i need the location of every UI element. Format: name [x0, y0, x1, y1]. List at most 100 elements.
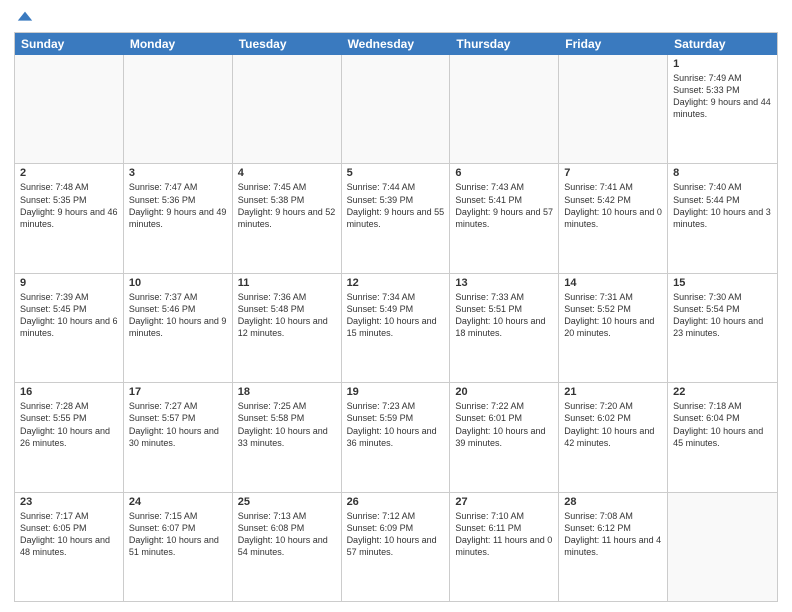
- day-info: Sunrise: 7:41 AM Sunset: 5:42 PM Dayligh…: [564, 181, 662, 230]
- calendar-cell: 24 Sunrise: 7:15 AM Sunset: 6:07 PM Dayli…: [124, 493, 233, 601]
- day-info: Sunrise: 7:10 AM Sunset: 6:11 PM Dayligh…: [455, 510, 553, 559]
- day-info: Sunrise: 7:30 AM Sunset: 5:54 PM Dayligh…: [673, 291, 772, 340]
- day-info: Sunrise: 7:37 AM Sunset: 5:46 PM Dayligh…: [129, 291, 227, 340]
- calendar-cell: 5 Sunrise: 7:44 AM Sunset: 5:39 PM Daylig…: [342, 164, 451, 272]
- header-cell-tuesday: Tuesday: [233, 33, 342, 55]
- header-cell-thursday: Thursday: [450, 33, 559, 55]
- day-info: Sunrise: 7:31 AM Sunset: 5:52 PM Dayligh…: [564, 291, 662, 340]
- day-info: Sunrise: 7:45 AM Sunset: 5:38 PM Dayligh…: [238, 181, 336, 230]
- calendar-row-0: 1 Sunrise: 7:49 AM Sunset: 5:33 PM Daylig…: [15, 55, 777, 163]
- day-info: Sunrise: 7:20 AM Sunset: 6:02 PM Dayligh…: [564, 400, 662, 449]
- calendar-cell: 13 Sunrise: 7:33 AM Sunset: 5:51 PM Dayli…: [450, 274, 559, 382]
- day-number: 22: [673, 386, 772, 398]
- calendar-cell: 2 Sunrise: 7:48 AM Sunset: 5:35 PM Daylig…: [15, 164, 124, 272]
- calendar-cell: 16 Sunrise: 7:28 AM Sunset: 5:55 PM Dayli…: [15, 383, 124, 491]
- header-cell-sunday: Sunday: [15, 33, 124, 55]
- calendar-cell: 25 Sunrise: 7:13 AM Sunset: 6:08 PM Dayli…: [233, 493, 342, 601]
- day-info: Sunrise: 7:48 AM Sunset: 5:35 PM Dayligh…: [20, 181, 118, 230]
- calendar-cell: [124, 55, 233, 163]
- day-number: 26: [347, 496, 445, 508]
- day-info: Sunrise: 7:18 AM Sunset: 6:04 PM Dayligh…: [673, 400, 772, 449]
- day-number: 3: [129, 167, 227, 179]
- day-number: 11: [238, 277, 336, 289]
- calendar-cell: 12 Sunrise: 7:34 AM Sunset: 5:49 PM Dayli…: [342, 274, 451, 382]
- calendar-body: 1 Sunrise: 7:49 AM Sunset: 5:33 PM Daylig…: [15, 55, 777, 601]
- day-number: 15: [673, 277, 772, 289]
- calendar-cell: 7 Sunrise: 7:41 AM Sunset: 5:42 PM Daylig…: [559, 164, 668, 272]
- day-info: Sunrise: 7:39 AM Sunset: 5:45 PM Dayligh…: [20, 291, 118, 340]
- header-cell-wednesday: Wednesday: [342, 33, 451, 55]
- day-number: 16: [20, 386, 118, 398]
- day-number: 23: [20, 496, 118, 508]
- calendar-cell: 3 Sunrise: 7:47 AM Sunset: 5:36 PM Daylig…: [124, 164, 233, 272]
- logo: [14, 10, 34, 26]
- calendar: SundayMondayTuesdayWednesdayThursdayFrid…: [14, 32, 778, 602]
- day-info: Sunrise: 7:49 AM Sunset: 5:33 PM Dayligh…: [673, 72, 772, 121]
- header-cell-monday: Monday: [124, 33, 233, 55]
- day-info: Sunrise: 7:27 AM Sunset: 5:57 PM Dayligh…: [129, 400, 227, 449]
- day-info: Sunrise: 7:34 AM Sunset: 5:49 PM Dayligh…: [347, 291, 445, 340]
- calendar-row-4: 23Sunrise: 7:17 AM Sunset: 6:05 PM Dayli…: [15, 492, 777, 601]
- calendar-cell: 15 Sunrise: 7:30 AM Sunset: 5:54 PM Dayli…: [668, 274, 777, 382]
- calendar-cell: [559, 55, 668, 163]
- calendar-cell: [342, 55, 451, 163]
- calendar-cell: 14Sunrise: 7:31 AM Sunset: 5:52 PM Dayli…: [559, 274, 668, 382]
- calendar-cell: 20 Sunrise: 7:22 AM Sunset: 6:01 PM Dayli…: [450, 383, 559, 491]
- day-number: 27: [455, 496, 553, 508]
- day-number: 9: [20, 277, 118, 289]
- day-number: 28: [564, 496, 662, 508]
- day-number: 19: [347, 386, 445, 398]
- day-info: Sunrise: 7:23 AM Sunset: 5:59 PM Dayligh…: [347, 400, 445, 449]
- calendar-cell: 18Sunrise: 7:25 AM Sunset: 5:58 PM Dayli…: [233, 383, 342, 491]
- header: [14, 10, 778, 26]
- day-number: 2: [20, 167, 118, 179]
- day-info: Sunrise: 7:36 AM Sunset: 5:48 PM Dayligh…: [238, 291, 336, 340]
- day-info: Sunrise: 7:15 AM Sunset: 6:07 PM Dayligh…: [129, 510, 227, 559]
- calendar-cell: 10 Sunrise: 7:37 AM Sunset: 5:46 PM Dayli…: [124, 274, 233, 382]
- calendar-row-1: 2 Sunrise: 7:48 AM Sunset: 5:35 PM Daylig…: [15, 163, 777, 272]
- day-number: 20: [455, 386, 553, 398]
- day-number: 21: [564, 386, 662, 398]
- day-info: Sunrise: 7:40 AM Sunset: 5:44 PM Dayligh…: [673, 181, 772, 230]
- day-number: 25: [238, 496, 336, 508]
- day-number: 17: [129, 386, 227, 398]
- calendar-cell: 8 Sunrise: 7:40 AM Sunset: 5:44 PM Daylig…: [668, 164, 777, 272]
- calendar-cell: 21 Sunrise: 7:20 AM Sunset: 6:02 PM Dayli…: [559, 383, 668, 491]
- calendar-cell: 22 Sunrise: 7:18 AM Sunset: 6:04 PM Dayli…: [668, 383, 777, 491]
- calendar-cell: 17 Sunrise: 7:27 AM Sunset: 5:57 PM Dayli…: [124, 383, 233, 491]
- day-number: 5: [347, 167, 445, 179]
- calendar-cell: 26 Sunrise: 7:12 AM Sunset: 6:09 PM Dayli…: [342, 493, 451, 601]
- calendar-cell: 27 Sunrise: 7:10 AM Sunset: 6:11 PM Dayli…: [450, 493, 559, 601]
- calendar-cell: [233, 55, 342, 163]
- day-number: 7: [564, 167, 662, 179]
- day-number: 12: [347, 277, 445, 289]
- header-cell-friday: Friday: [559, 33, 668, 55]
- calendar-header: SundayMondayTuesdayWednesdayThursdayFrid…: [15, 33, 777, 55]
- calendar-cell: 19 Sunrise: 7:23 AM Sunset: 5:59 PM Dayli…: [342, 383, 451, 491]
- day-info: Sunrise: 7:28 AM Sunset: 5:55 PM Dayligh…: [20, 400, 118, 449]
- day-info: Sunrise: 7:47 AM Sunset: 5:36 PM Dayligh…: [129, 181, 227, 230]
- calendar-cell: [450, 55, 559, 163]
- logo-text: [14, 10, 34, 26]
- calendar-cell: 6Sunrise: 7:43 AM Sunset: 5:41 PM Daylig…: [450, 164, 559, 272]
- day-number: 10: [129, 277, 227, 289]
- page: SundayMondayTuesdayWednesdayThursdayFrid…: [0, 0, 792, 612]
- calendar-row-3: 16 Sunrise: 7:28 AM Sunset: 5:55 PM Dayli…: [15, 382, 777, 491]
- day-number: 24: [129, 496, 227, 508]
- calendar-row-2: 9 Sunrise: 7:39 AM Sunset: 5:45 PM Daylig…: [15, 273, 777, 382]
- day-info: Sunrise: 7:43 AM Sunset: 5:41 PM Dayligh…: [455, 181, 553, 230]
- day-info: Sunrise: 7:22 AM Sunset: 6:01 PM Dayligh…: [455, 400, 553, 449]
- calendar-cell: 4 Sunrise: 7:45 AM Sunset: 5:38 PM Daylig…: [233, 164, 342, 272]
- day-number: 13: [455, 277, 553, 289]
- day-info: Sunrise: 7:12 AM Sunset: 6:09 PM Dayligh…: [347, 510, 445, 559]
- day-info: Sunrise: 7:08 AM Sunset: 6:12 PM Dayligh…: [564, 510, 662, 559]
- calendar-cell: [15, 55, 124, 163]
- day-number: 1: [673, 58, 772, 70]
- day-info: Sunrise: 7:13 AM Sunset: 6:08 PM Dayligh…: [238, 510, 336, 559]
- calendar-cell: 1 Sunrise: 7:49 AM Sunset: 5:33 PM Daylig…: [668, 55, 777, 163]
- day-number: 8: [673, 167, 772, 179]
- day-info: Sunrise: 7:33 AM Sunset: 5:51 PM Dayligh…: [455, 291, 553, 340]
- day-number: 4: [238, 167, 336, 179]
- day-info: Sunrise: 7:44 AM Sunset: 5:39 PM Dayligh…: [347, 181, 445, 230]
- calendar-cell: 11 Sunrise: 7:36 AM Sunset: 5:48 PM Dayli…: [233, 274, 342, 382]
